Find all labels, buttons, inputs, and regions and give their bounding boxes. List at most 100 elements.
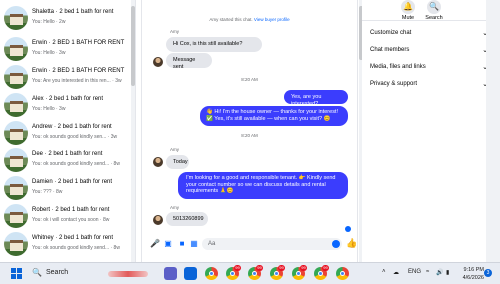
chat-preview: You: Are you interested in this ren... ·…: [32, 78, 122, 84]
chat-list-item[interactable]: Erwin · 2 BED 1 BATH FOR RENT You: Are y…: [0, 65, 128, 91]
search-button[interactable]: 🔍 Search: [422, 0, 446, 21]
chrome-icon[interactable]: 99: [292, 265, 307, 280]
cloud-icon[interactable]: ☁: [393, 269, 399, 276]
chat-list-item[interactable]: Whitney · 2 bed 1 bath for rent You: ok …: [0, 232, 128, 258]
chrome-icon[interactable]: [205, 267, 218, 280]
chevron-up-icon[interactable]: ˄: [382, 269, 386, 275]
chat-title: Erwin · 2 BED 1 BATH FOR RENT: [32, 40, 125, 46]
house-avatar: [4, 6, 28, 30]
sender-name: Amy: [170, 29, 179, 34]
chat-list-item[interactable]: Andrew · 2 bed 1 bath for rent You: ok s…: [0, 121, 128, 147]
chat-title: Alex · 2 bed 1 bath for rent: [32, 96, 104, 102]
search-highlight-graphic: [108, 271, 148, 277]
chat-title: Andrew · 2 bed 1 bath for rent: [32, 124, 112, 130]
notification-count-badge[interactable]: 3: [484, 269, 492, 277]
house-avatar: [4, 148, 28, 172]
divider: [362, 20, 500, 21]
chat-members-section[interactable]: Chat members ⌄: [370, 47, 488, 54]
chat-list-item[interactable]: Dee · 2 bed 1 bath for rent You: ok soun…: [0, 148, 128, 174]
house-avatar: [4, 204, 28, 228]
photo-icon[interactable]: ▣: [164, 239, 172, 248]
window-edge: [486, 0, 500, 262]
house-avatar: [4, 176, 28, 200]
language-indicator[interactable]: ENG: [408, 269, 421, 275]
message-input[interactable]: Aa: [202, 238, 342, 250]
sender-avatar: [153, 57, 163, 67]
thumbs-up-icon[interactable]: 👍: [346, 238, 357, 249]
microphone-icon[interactable]: 🎤: [150, 239, 160, 248]
sender-avatar: [153, 215, 163, 225]
house-avatar: [4, 232, 28, 256]
privacy-support-section[interactable]: Privacy & support ⌄: [370, 81, 488, 88]
chat-list-item[interactable]: Robert · 2 bed 1 bath for rent You: ok i…: [0, 204, 128, 230]
chrome-icon[interactable]: 99: [248, 265, 263, 280]
conversation-info-panel: 🔔 Mute 🔍 Search Customize chat ⌄ Chat me…: [362, 0, 500, 262]
chrome-icon[interactable]: 99: [270, 265, 285, 280]
chat-start-text: Amy started this chat.: [209, 17, 253, 22]
sender-name: Amy: [170, 205, 179, 210]
message-bubble-incoming: Hi Cox, is this still available?: [166, 37, 262, 52]
gif-icon[interactable]: ▦: [190, 239, 198, 248]
messenger-window: Shaletta · 2 bed 1 bath for rent You: He…: [0, 0, 500, 262]
notification-badge: 99: [300, 265, 307, 271]
customize-chat-section[interactable]: Customize chat ⌄: [370, 30, 488, 37]
notification-badge: 99: [278, 265, 285, 271]
battery-icon[interactable]: ▮: [446, 269, 449, 276]
emoji-icon[interactable]: [332, 240, 340, 248]
taskbar-search[interactable]: 🔍 Search: [30, 267, 155, 281]
chat-preview: You: ok sounds good kindly send... · 8w: [32, 245, 120, 251]
chat-preview: You: Hello · 3w: [32, 50, 66, 56]
house-avatar: [4, 37, 28, 61]
view-buyer-profile-link[interactable]: View buyer profile: [254, 17, 290, 22]
sticker-icon[interactable]: ■: [178, 239, 186, 248]
chrome-icon[interactable]: 99: [226, 265, 241, 280]
chat-title: Shaletta · 2 bed 1 bath for rent: [32, 9, 114, 15]
media-files-links-section[interactable]: Media, files and links ⌄: [370, 64, 488, 71]
sender-name: Amy: [170, 147, 179, 152]
teams-icon[interactable]: [164, 267, 177, 280]
clock-time: 9:16 PM: [463, 267, 484, 273]
search-icon: 🔍: [427, 0, 441, 14]
notification-badge: 99: [256, 265, 263, 271]
chat-list-scrollbar-thumb[interactable]: [131, 6, 135, 86]
chat-list-item[interactable]: Erwin · 2 BED 1 BATH FOR RENT You: Hello…: [0, 37, 128, 63]
read-receipt-icon: [345, 226, 351, 232]
wifi-icon[interactable]: ≈: [426, 269, 429, 275]
message-bubble-incoming: 5013260899: [166, 212, 208, 226]
volume-icon[interactable]: 🔊: [436, 269, 443, 276]
chrome-icon[interactable]: 99: [314, 265, 329, 280]
clock-date: 4/6/2026: [462, 275, 484, 281]
chat-title: Robert · 2 bed 1 bath for rent: [32, 207, 110, 213]
section-label: Customize chat: [370, 30, 412, 36]
chat-preview: You: ok i will contact you soon · 8w: [32, 217, 110, 223]
message-bubble-incoming: Today: [166, 155, 189, 169]
windows-start-icon[interactable]: [11, 268, 22, 279]
message-composer: 🎤 ▣ ■ ▦ Aa 👍: [142, 236, 357, 254]
taskbar-search-label: Search: [46, 269, 69, 276]
chat-list: Shaletta · 2 bed 1 bath for rent You: He…: [0, 0, 136, 262]
house-avatar: [4, 93, 28, 117]
section-label: Media, files and links: [370, 64, 426, 70]
house-avatar: [4, 65, 28, 89]
message-timestamp: 8:20 AM: [241, 133, 258, 138]
message-bubble-outgoing: 👋 Hi! I'm the house owner — thanks for y…: [200, 106, 348, 126]
chat-list-item[interactable]: Alex · 2 bed 1 bath for rent You: Hello …: [0, 93, 128, 119]
chrome-icon[interactable]: [336, 267, 349, 280]
chat-title: Dee · 2 bed 1 bath for rent: [32, 151, 103, 157]
house-avatar: [4, 121, 28, 145]
chat-title: Damien · 2 bed 1 bath for rent: [32, 179, 113, 185]
notification-badge: 99: [234, 265, 241, 271]
conversation-panel: Amy started this chat. View buyer profil…: [141, 0, 364, 262]
message-timestamp: 8:20 AM: [241, 77, 258, 82]
chat-list-item[interactable]: Damien · 2 bed 1 bath for rent You: ??? …: [0, 176, 128, 202]
message-bubble-outgoing: Yes, are you interested?: [284, 90, 348, 107]
search-icon: 🔍: [32, 268, 42, 277]
file-explorer-icon[interactable]: [184, 267, 197, 280]
chat-title: Erwin · 2 BED 1 BATH FOR RENT: [32, 68, 125, 74]
chat-start-notice: Amy started this chat. View buyer profil…: [142, 17, 357, 22]
chat-list-item[interactable]: Shaletta · 2 bed 1 bath for rent You: He…: [0, 6, 128, 32]
system-clock[interactable]: 9:16 PM 4/6/2026: [454, 266, 484, 282]
taskbar: 🔍 Search 99 99 99 99 99 ˄ ☁ ENG ≈ 🔊 ▮ 9:…: [0, 262, 500, 284]
mute-button[interactable]: 🔔 Mute: [396, 0, 420, 21]
chat-preview: You: ??? · 8w: [32, 189, 63, 195]
